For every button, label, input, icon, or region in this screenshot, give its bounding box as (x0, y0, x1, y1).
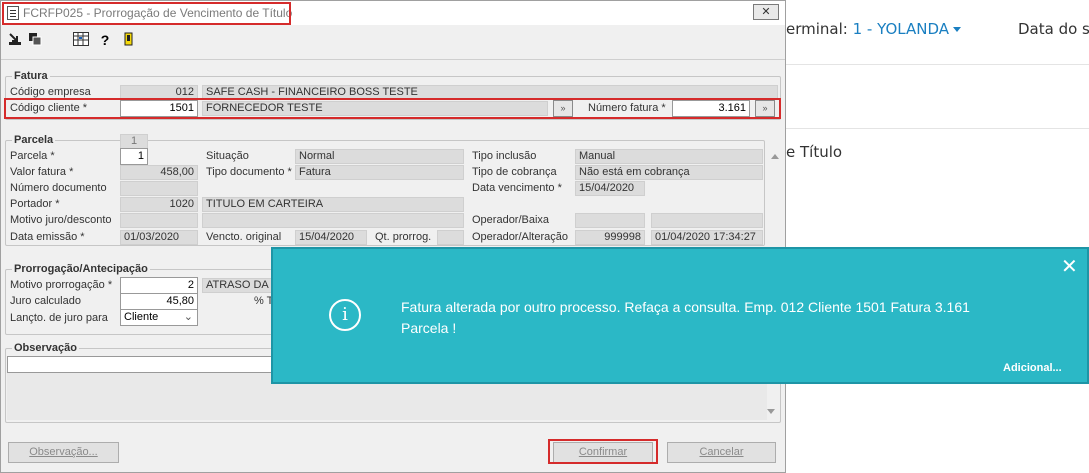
tipo-cobranca-field: Não está em cobrança (575, 165, 763, 180)
terminal-selector[interactable]: erminal: 1 - YOLANDA (786, 20, 961, 38)
caret-down-icon[interactable] (953, 27, 961, 32)
vencto-original-label: Vencto. original (206, 231, 282, 243)
exit-icon[interactable] (7, 32, 23, 48)
portador-nome-field: TITULO EM CARTEIRA (202, 197, 464, 212)
parcela-counter: 1 (120, 134, 148, 149)
parcela-label: Parcela * (10, 150, 55, 162)
numero-fatura-input[interactable]: 3.161 (672, 100, 750, 117)
help-icon[interactable]: ? (97, 32, 113, 48)
tipo-inclusao-field: Manual (575, 149, 763, 164)
lancto-juro-label: Lançto. de juro para (10, 312, 108, 324)
qt-prorrog-label: Qt. prorrog. (375, 231, 432, 243)
valor-fatura-label: Valor fatura * (10, 166, 74, 178)
terminal-label: erminal: (786, 20, 848, 38)
toolbar: ? (1, 28, 785, 50)
data-emissao-label: Data emissão * (10, 231, 85, 243)
info-icon[interactable] (121, 32, 137, 48)
confirmar-highlight (548, 439, 658, 464)
lancto-juro-select[interactable]: Cliente ⌄ (120, 309, 198, 326)
parcela-title: Parcela (12, 134, 56, 146)
fatura-lookup-button[interactable]: » (755, 100, 775, 117)
situacao-field: Normal (295, 149, 464, 164)
terminal-value[interactable]: 1 - YOLANDA (853, 20, 949, 38)
page-heading-fragment: e Título (786, 143, 843, 161)
scroll-down-icon[interactable] (767, 409, 775, 414)
motivo-prorrogacao-nome-field: ATRASO DA T (202, 278, 274, 293)
motivo-juro-nome-field (202, 213, 464, 228)
save-icon[interactable] (27, 32, 43, 48)
numero-fatura-label: Número fatura * (588, 102, 666, 114)
observacao-textarea[interactable] (7, 356, 273, 373)
info-circle-icon: i (329, 299, 361, 331)
divider (786, 64, 1089, 65)
calculator-icon[interactable] (73, 32, 89, 48)
portador-field: 1020 (120, 197, 198, 212)
motivo-prorrogacao-input[interactable]: 2 (120, 277, 198, 294)
motivo-juro-label: Motivo juro/desconto (10, 214, 112, 226)
juro-calculado-label: Juro calculado (10, 295, 81, 307)
operador-baixa-label: Operador/Baixa (472, 214, 550, 226)
background-app (786, 0, 1089, 473)
prorrogacao-window: FCRFP025 - Prorrogação de Vencimento de … (0, 0, 786, 473)
observacao-button[interactable]: Observação... (8, 442, 119, 463)
prorrogacao-title: Prorrogação/Antecipação (12, 263, 150, 275)
notification-message: Fatura alterada por outro processo. Refa… (401, 299, 970, 336)
numero-documento-field (120, 181, 198, 196)
title-highlight (2, 2, 291, 25)
divider (786, 128, 1089, 129)
observacao-title: Observação (12, 342, 79, 354)
data-vencimento-field: 15/04/2020 (575, 181, 645, 196)
close-icon[interactable]: ✕ (1061, 257, 1078, 277)
cliente-nome-field: FORNECEDOR TESTE (202, 101, 548, 116)
operador-baixa-field (575, 213, 645, 228)
title-bar[interactable]: FCRFP025 - Prorrogação de Vencimento de … (1, 1, 785, 25)
tipo-documento-field: Fatura (295, 165, 464, 180)
tipo-cobranca-label: Tipo de cobrança (472, 166, 557, 178)
operador-baixa-datetime-field (651, 213, 763, 228)
parcela-input[interactable]: 1 (120, 148, 148, 165)
valor-fatura-field: 458,00 (120, 165, 198, 180)
codigo-cliente-label: Código cliente * (10, 102, 88, 114)
operador-alteracao-field: 999998 (575, 230, 645, 245)
cancelar-button[interactable]: Cancelar (667, 442, 776, 463)
toolbar-separator (1, 59, 785, 60)
scroll-up-icon[interactable] (771, 154, 779, 159)
data-vencimento-label: Data vencimento * (472, 182, 562, 194)
motivo-juro-field (120, 213, 198, 228)
codigo-cliente-input[interactable]: 1501 (120, 100, 198, 117)
vencto-original-field: 15/04/2020 (295, 230, 367, 245)
fatura-title: Fatura (12, 70, 50, 82)
close-button[interactable]: ✕ (753, 4, 779, 20)
tipo-documento-label: Tipo documento * (206, 166, 292, 178)
juro-calculado-input[interactable]: 45,80 (120, 293, 198, 310)
numero-documento-label: Número documento (10, 182, 107, 194)
portador-label: Portador * (10, 198, 60, 210)
motivo-prorrogacao-label: Motivo prorrogação * (10, 279, 113, 291)
adicional-link[interactable]: Adicional... (1003, 362, 1062, 374)
cliente-lookup-button[interactable]: » (553, 100, 573, 117)
chevron-down-icon: ⌄ (183, 311, 193, 323)
lancto-juro-value: Cliente (124, 311, 159, 323)
error-notification: ✕ i Fatura alterada por outro processo. … (271, 247, 1089, 384)
operador-alteracao-label: Operador/Alteração (472, 231, 568, 243)
qt-prorrog-field (437, 230, 464, 245)
data-emissao-field: 01/03/2020 (120, 230, 198, 245)
tipo-inclusao-label: Tipo inclusão (472, 150, 537, 162)
codigo-empresa-label: Código empresa (10, 86, 91, 98)
data-do-sistema-label: Data do sis (1018, 20, 1089, 38)
operador-alteracao-datetime-field: 01/04/2020 17:34:27 (651, 230, 763, 245)
situacao-label: Situação (206, 150, 249, 162)
